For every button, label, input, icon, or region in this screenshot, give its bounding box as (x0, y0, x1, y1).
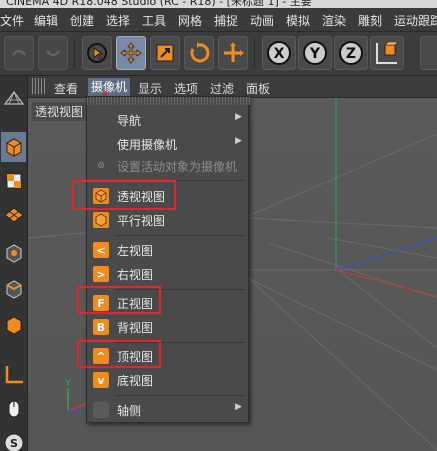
axonometric-icon (93, 402, 109, 418)
menu-file[interactable]: 文件 (0, 12, 24, 29)
live-select-icon[interactable] (82, 36, 112, 70)
menu-item-navigation[interactable]: 导航 ▶ (87, 109, 248, 131)
menu-item-parallel[interactable]: 平行视图 (87, 209, 248, 231)
menu-item-bottom-view[interactable]: v 底视图 (87, 369, 248, 391)
viewport-axis-y-label: Y (64, 378, 72, 389)
submenu-arrow-icon: ▶ (235, 112, 242, 122)
points-mode-icon[interactable] (1, 238, 26, 268)
polygons-mode-icon[interactable] (1, 310, 26, 340)
viewport-menu-options[interactable]: 选项 (174, 80, 198, 97)
rotate-icon[interactable] (184, 36, 214, 70)
menu-tools[interactable]: 工具 (142, 12, 166, 29)
viewport-menu-panel[interactable]: 面板 (246, 80, 270, 97)
menu-item-back-view[interactable]: B 背视图 (87, 316, 248, 338)
menu-item-right-view-label: 右视图 (117, 268, 154, 282)
camera-dropdown-menu: 导航 ▶ 使用摄像机 ▶ ⊙ 设置活动对象为摄像机 透视视图 平行视图 < 左视… (86, 96, 250, 423)
highlight-box-front (77, 286, 161, 314)
menu-item-use-camera-label: 使用摄像机 (117, 138, 178, 152)
menu-item-back-view-label: 背视图 (117, 321, 154, 335)
viewport-menu-display[interactable]: 显示 (138, 80, 162, 97)
back-view-icon: B (93, 319, 109, 335)
window-title: CINEMA 4D R18.048 Studio (RC - R18) - [未… (6, 0, 312, 8)
window-titlebar: CINEMA 4D R18.048 Studio (RC - R18) - [未… (0, 0, 437, 8)
menu-item-axonometric[interactable]: 轴侧 ▶ (87, 399, 248, 421)
left-view-icon: < (93, 242, 109, 258)
submenu-arrow-icon: ▶ (235, 402, 242, 412)
undo-icon[interactable] (4, 36, 34, 70)
viewport-menu-view[interactable]: 查看 (54, 80, 78, 97)
highlight-box-top (77, 340, 161, 368)
menu-simulate[interactable]: 模拟 (286, 12, 310, 29)
main-menubar: 文件 编辑 创建 选择 工具 网格 捕捉 动画 模拟 渲染 雕刻 运动跟踪 (0, 8, 437, 32)
object-mode-icon[interactable] (1, 132, 26, 162)
left-tool-sidebar: S (0, 76, 28, 451)
viewport-grip-icon[interactable] (32, 78, 46, 94)
menu-item-left-view[interactable]: < 左视图 (87, 239, 248, 261)
render-icon[interactable] (420, 36, 437, 70)
redo-icon[interactable] (38, 36, 68, 70)
menu-edit[interactable]: 编辑 (34, 12, 58, 29)
y-axis-icon[interactable]: Y (298, 36, 332, 70)
menu-item-use-camera[interactable]: 使用摄像机 ▶ (87, 133, 248, 155)
highlight-box-perspective (72, 180, 176, 210)
menu-snap[interactable]: 捕捉 (214, 12, 238, 29)
right-view-icon: > (93, 266, 109, 282)
z-axis-icon[interactable]: Z (334, 36, 368, 70)
svg-text:X: X (274, 46, 285, 62)
menu-motion-tracking[interactable]: 运动跟踪 (394, 12, 437, 29)
menu-item-axonometric-label: 轴侧 (117, 404, 142, 418)
menu-sculpt[interactable]: 雕刻 (358, 12, 382, 29)
menu-create[interactable]: 创建 (70, 12, 94, 29)
submenu-arrow-icon: ▶ (235, 136, 242, 146)
svg-text:Y: Y (309, 46, 321, 62)
menu-item-bottom-view-label: 底视图 (117, 374, 154, 388)
tweak-mode-icon[interactable] (1, 394, 26, 424)
menu-item-set-active-camera: ⊙ 设置活动对象为摄像机 (87, 155, 248, 177)
coordinate-icon[interactable] (218, 36, 248, 70)
texture-mode-icon[interactable] (1, 166, 26, 196)
axis-mode-icon[interactable] (1, 360, 26, 390)
menu-separator (115, 395, 245, 396)
main-toolbar: X Y Z (0, 32, 437, 76)
menu-animate[interactable]: 动画 (250, 12, 274, 29)
svg-text:Z: Z (346, 46, 356, 62)
camera-disabled-icon: ⊙ (97, 161, 105, 171)
menu-mesh[interactable]: 网格 (178, 12, 202, 29)
scale-icon[interactable] (150, 36, 180, 70)
menu-render[interactable]: 渲染 (322, 12, 346, 29)
model-mode-icon[interactable] (1, 84, 26, 114)
menu-item-right-view[interactable]: > 右视图 (87, 263, 248, 285)
parallel-view-icon (93, 212, 109, 228)
bottom-view-icon: v (93, 372, 109, 388)
menu-item-navigation-label: 导航 (117, 114, 142, 128)
viewport-menu-filter[interactable]: 过滤 (210, 80, 234, 97)
menu-item-set-active-camera-label: 设置活动对象为摄像机 (117, 160, 238, 174)
menu-separator (115, 235, 245, 236)
menu-select[interactable]: 选择 (106, 12, 130, 29)
edges-mode-icon[interactable] (1, 274, 26, 304)
workplane-icon[interactable] (1, 200, 26, 230)
svg-text:S: S (10, 437, 18, 450)
snap-icon[interactable]: S (1, 428, 26, 451)
coordinate-system-icon[interactable] (370, 36, 404, 70)
x-axis-icon[interactable]: X (262, 36, 296, 70)
menu-item-left-view-label: 左视图 (117, 244, 154, 258)
menu-item-parallel-label: 平行视图 (117, 214, 166, 228)
viewport-label: 透视视图 (32, 102, 87, 121)
menu-grip[interactable] (87, 97, 250, 105)
move-icon[interactable] (116, 36, 146, 70)
